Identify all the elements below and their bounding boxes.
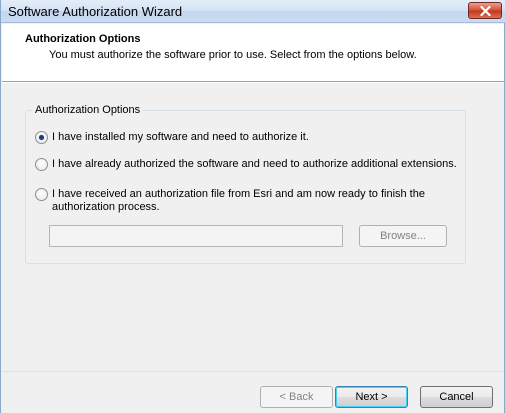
- wizard-window: Software Authorization Wizard Authorizat…: [0, 0, 505, 413]
- footer-divider: [2, 371, 504, 372]
- radio-additional-extensions[interactable]: I have already authorized the software a…: [35, 158, 457, 171]
- title-bar[interactable]: Software Authorization Wizard: [1, 0, 505, 23]
- radio-finish-authorization[interactable]: I have received an authorization file fr…: [35, 188, 425, 214]
- radio-button[interactable]: [35, 158, 48, 171]
- close-icon: [479, 5, 491, 16]
- header-title: Authorization Options: [25, 33, 141, 45]
- window-title: Software Authorization Wizard: [8, 4, 183, 19]
- cancel-button[interactable]: Cancel: [420, 386, 493, 408]
- authorization-file-path-field[interactable]: [49, 225, 343, 247]
- group-legend: Authorization Options: [32, 104, 144, 116]
- radio-label: I have already authorized the software a…: [52, 158, 457, 170]
- radio-label: I have installed my software and need to…: [52, 131, 309, 143]
- wizard-header: Authorization Options You must authorize…: [2, 24, 504, 82]
- radio-install-authorize[interactable]: I have installed my software and need to…: [35, 131, 309, 144]
- header-subtitle: You must authorize the software prior to…: [49, 49, 417, 61]
- radio-button-checked[interactable]: [35, 131, 48, 144]
- close-button[interactable]: [468, 2, 502, 19]
- radio-button[interactable]: [35, 188, 48, 201]
- radio-label-line2: authorization process.: [52, 201, 160, 213]
- radio-label-line1: I have received an authorization file fr…: [52, 188, 425, 200]
- radio-label: I have received an authorization file fr…: [52, 188, 425, 214]
- back-button[interactable]: < Back: [260, 386, 333, 408]
- header-divider: [2, 82, 504, 83]
- browse-button[interactable]: Browse...: [359, 225, 447, 247]
- next-button[interactable]: Next >: [335, 386, 408, 408]
